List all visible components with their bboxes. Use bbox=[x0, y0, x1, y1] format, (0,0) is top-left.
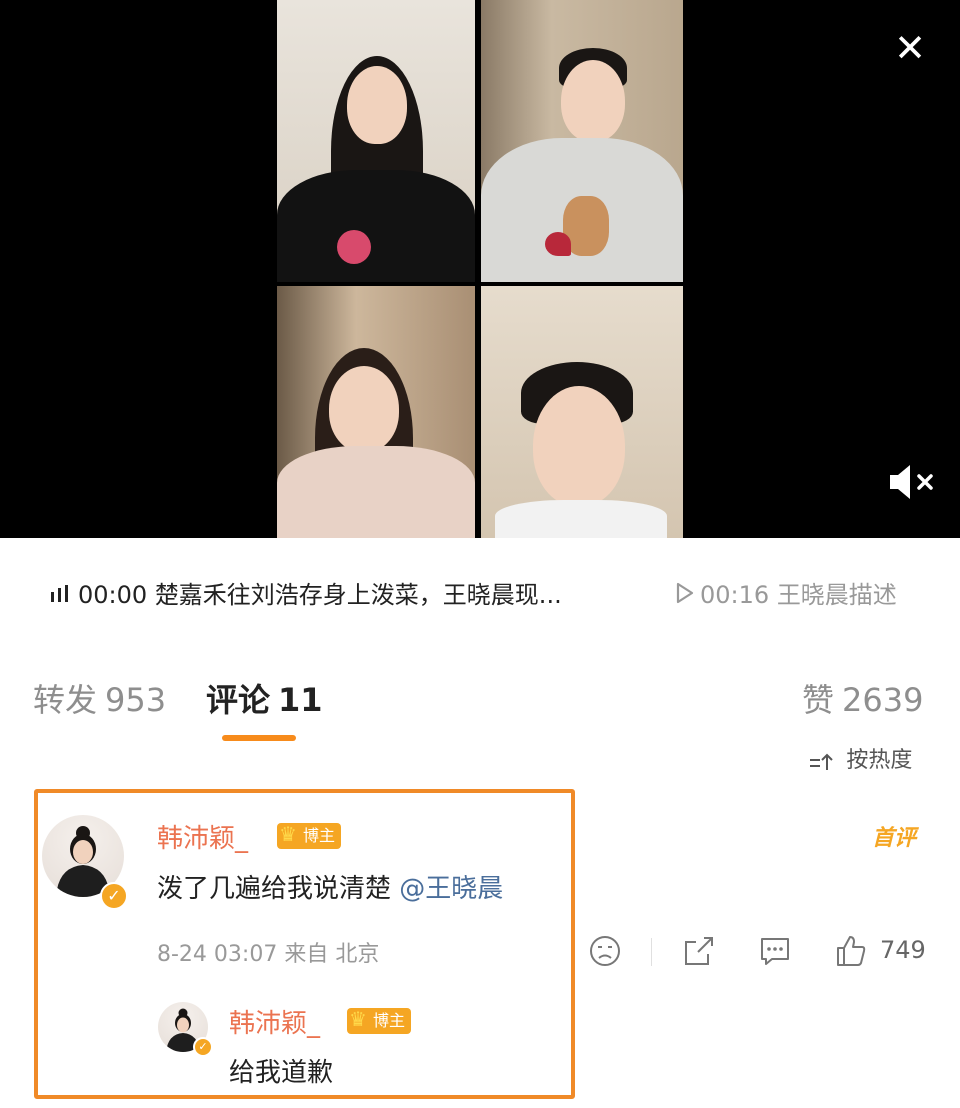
badge-label: 博主 bbox=[303, 826, 336, 845]
blogger-badge: ♛ 博主 bbox=[277, 822, 342, 849]
sort-button[interactable]: 按热度 bbox=[808, 742, 912, 774]
mention-link[interactable]: @王晓晨 bbox=[399, 874, 503, 904]
verified-badge-icon: ✓ bbox=[100, 882, 128, 910]
comment-username[interactable]: 韩沛颖_ bbox=[157, 818, 248, 855]
tab-repost[interactable]: 转发 953 bbox=[33, 680, 166, 720]
video-tile-3 bbox=[277, 286, 475, 538]
tab-count: 2639 bbox=[842, 681, 924, 719]
reply-text: 给我道歉 bbox=[229, 1058, 334, 1088]
tab-count: 953 bbox=[105, 681, 167, 719]
tab-active-indicator bbox=[222, 735, 296, 741]
tab-comments[interactable]: 评论 11 bbox=[206, 680, 323, 720]
comment-time: 8-24 03:07 bbox=[157, 942, 278, 967]
tab-count: 11 bbox=[278, 681, 323, 719]
sort-icon bbox=[808, 748, 840, 772]
close-icon[interactable]: ✕ bbox=[892, 29, 928, 67]
crown-icon: ♛ bbox=[279, 822, 297, 846]
reply-username[interactable]: 韩沛颖_ bbox=[229, 1003, 320, 1040]
comment-body: 泼了几遍给我说清楚 bbox=[157, 874, 392, 904]
first-comment-tag: 首评 bbox=[872, 826, 917, 851]
video-player[interactable]: ✕ bbox=[0, 0, 960, 538]
comment-meta: 8-24 03:07 来自 北京 bbox=[157, 936, 379, 968]
video-call-grid bbox=[277, 0, 683, 538]
verified-badge-icon: ✓ bbox=[193, 1037, 213, 1057]
tab-label: 转发 bbox=[33, 681, 98, 719]
audio-chapter-title: 王晓晨描述 bbox=[776, 581, 897, 609]
tab-label: 赞 bbox=[802, 681, 835, 719]
feed-tabs: 转发 953 评论 11 赞 2639 bbox=[0, 680, 960, 750]
audio-chapter-time: 00:16 bbox=[700, 581, 770, 609]
audio-chapter-current[interactable]: 00:00 楚嘉禾往刘浩存身上泼菜，王晓晨现... bbox=[50, 578, 562, 613]
divider bbox=[651, 938, 652, 966]
tab-label: 评论 bbox=[206, 681, 271, 719]
comment-icon[interactable] bbox=[758, 934, 792, 970]
crown-icon: ♛ bbox=[349, 1007, 367, 1031]
comment-location: 来自 北京 bbox=[284, 942, 380, 967]
like-count: 749 bbox=[880, 936, 926, 964]
share-icon[interactable] bbox=[682, 934, 716, 970]
audio-chapter-time: 00:00 bbox=[78, 581, 148, 609]
video-tile-4 bbox=[481, 286, 683, 538]
video-tile-1 bbox=[277, 0, 475, 282]
play-icon bbox=[676, 579, 694, 613]
comment-text: 泼了几遍给我说清楚 @王晓晨 bbox=[157, 868, 503, 905]
audio-chapter-title: 楚嘉禾往刘浩存身上泼菜，王晓晨现... bbox=[154, 581, 562, 609]
like-icon[interactable] bbox=[834, 934, 868, 970]
sort-label: 按热度 bbox=[846, 748, 913, 773]
badge-label: 博主 bbox=[373, 1011, 406, 1030]
dislike-icon[interactable] bbox=[588, 934, 622, 970]
blogger-badge: ♛ 博主 bbox=[347, 1007, 412, 1034]
audio-wave-icon bbox=[50, 579, 72, 613]
mute-icon[interactable] bbox=[886, 462, 938, 502]
tab-likes[interactable]: 赞 2639 bbox=[802, 680, 923, 720]
video-tile-2 bbox=[481, 0, 683, 282]
audio-chapter-next[interactable]: 00:16 王晓晨描述 bbox=[676, 578, 897, 613]
audio-chapters: 00:00 楚嘉禾往刘浩存身上泼菜，王晓晨现... 00:16 王晓晨描述 bbox=[0, 560, 960, 632]
